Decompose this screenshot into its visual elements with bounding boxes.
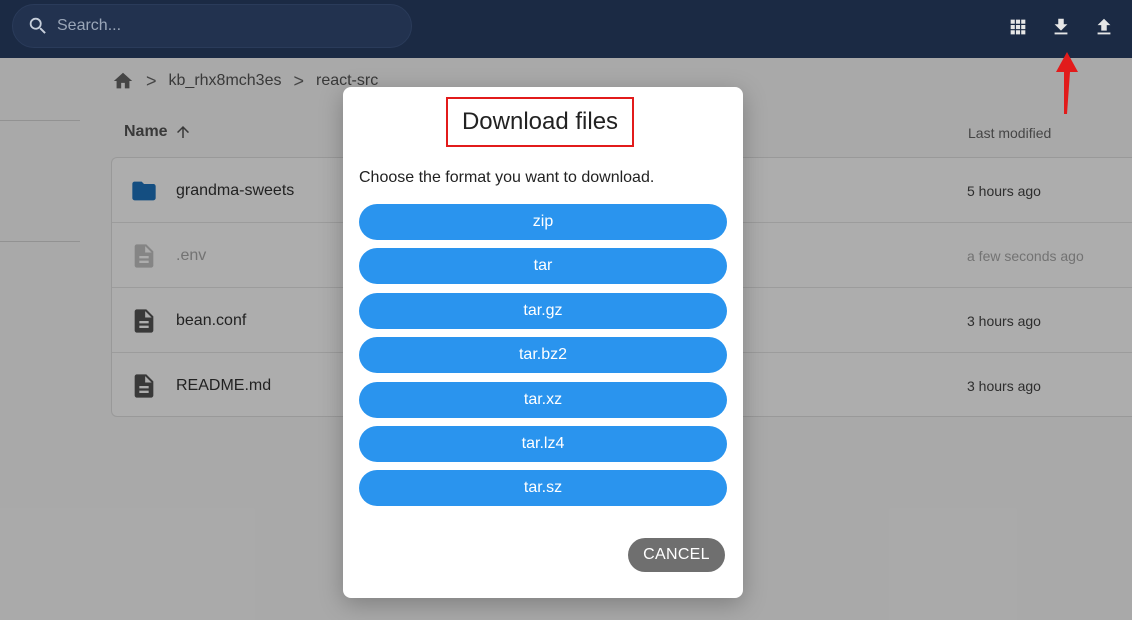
upload-button[interactable] — [1091, 14, 1117, 40]
dialog-title: Download files — [446, 97, 634, 147]
format-button-tar[interactable]: tar — [359, 248, 727, 284]
format-button-zip[interactable]: zip — [359, 204, 727, 240]
format-button-tar-bz2[interactable]: tar.bz2 — [359, 337, 727, 373]
format-button-tar-lz4[interactable]: tar.lz4 — [359, 426, 727, 462]
top-bar — [0, 0, 1132, 58]
cancel-button[interactable]: CANCEL — [628, 538, 725, 572]
download-button[interactable] — [1048, 14, 1074, 40]
download-icon — [1054, 18, 1068, 35]
download-dialog: Download files Choose the format you wan… — [343, 87, 743, 598]
format-button-tar-xz[interactable]: tar.xz — [359, 382, 727, 418]
dialog-description: Choose the format you want to download. — [359, 169, 655, 186]
grid-view-button[interactable] — [1005, 14, 1031, 40]
grid-view-icon — [1010, 19, 1026, 35]
format-button-tar-sz[interactable]: tar.sz — [359, 470, 727, 506]
search-box[interactable] — [12, 4, 412, 48]
annotation-arrow-icon — [1056, 52, 1078, 114]
search-icon — [29, 17, 46, 34]
format-button-tar-gz[interactable]: tar.gz — [359, 293, 727, 329]
upload-icon — [1097, 18, 1111, 35]
search-input[interactable] — [57, 17, 387, 35]
